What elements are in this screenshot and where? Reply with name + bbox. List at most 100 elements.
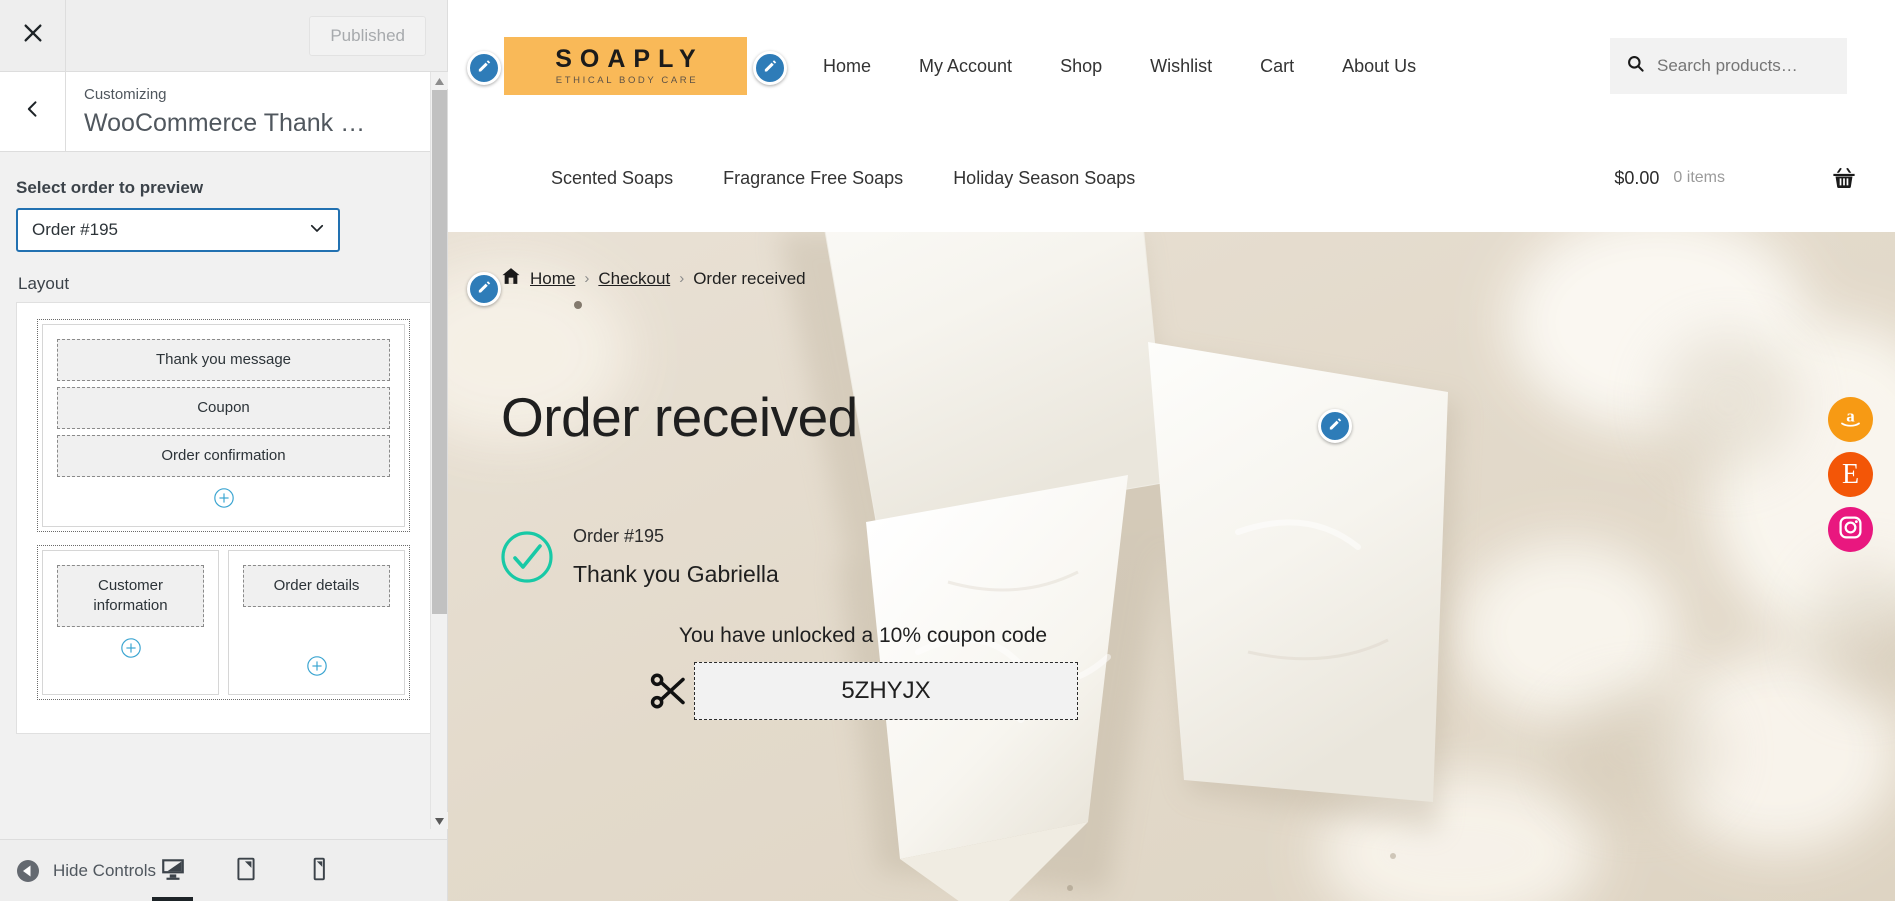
edit-category-menu-pencil-button[interactable]: [467, 272, 501, 306]
scroll-down-button[interactable]: [431, 812, 448, 829]
add-widget-button[interactable]: [57, 487, 390, 514]
order-select[interactable]: Order #195: [16, 208, 340, 252]
widget-order-confirmation[interactable]: Order confirmation: [57, 435, 390, 477]
scissors-icon: [648, 670, 690, 712]
device-mobile-button[interactable]: [302, 840, 335, 901]
widget-customer-information[interactable]: Customer information: [57, 565, 204, 627]
category-navigation: Scented Soaps Fragrance Free Soaps Holid…: [526, 168, 1160, 189]
triangle-up-icon: [435, 72, 444, 90]
header-secondary-row: Scented Soaps Fragrance Free Soaps Holid…: [448, 132, 1895, 306]
site-logo[interactable]: SOAPLY ETHICAL BODY CARE: [504, 37, 747, 95]
breadcrumb-checkout[interactable]: Checkout: [598, 269, 670, 289]
order-select-value: Order #195: [32, 220, 118, 239]
svg-text:a: a: [1846, 406, 1855, 425]
amazon-icon: a: [1837, 404, 1864, 436]
breadcrumb-separator: ›: [679, 270, 685, 287]
coupon-code[interactable]: 5ZHYJX: [694, 662, 1078, 720]
nav-link-fragrance-free-soaps[interactable]: Fragrance Free Soaps: [698, 168, 928, 189]
scrollbar-thumb[interactable]: [432, 90, 447, 614]
social-link-amazon[interactable]: a: [1828, 397, 1873, 442]
primary-navigation: Home My Account Shop Wishlist Cart About…: [799, 56, 1440, 77]
site-preview: SOAPLY ETHICAL BODY CARE Home My Account…: [448, 0, 1895, 901]
logo-tagline: ETHICAL BODY CARE: [555, 75, 699, 86]
close-customizer-button[interactable]: [0, 0, 66, 71]
widget-order-details[interactable]: Order details: [243, 565, 390, 607]
home-icon: [501, 266, 521, 291]
chevron-down-icon: [308, 219, 326, 242]
collapse-arrow-icon: [16, 859, 40, 883]
cart-item-count: 0 items: [1673, 169, 1725, 186]
nav-link-home[interactable]: Home: [799, 56, 895, 77]
add-widget-button[interactable]: [57, 637, 204, 664]
check-circle-icon: [500, 530, 554, 584]
nav-link-scented-soaps[interactable]: Scented Soaps: [526, 168, 698, 189]
layout-column[interactable]: Thank you message Coupon Order confirmat…: [42, 324, 405, 527]
nav-link-shop[interactable]: Shop: [1036, 56, 1126, 77]
customizer-panel-header: Customizing WooCommerce Thank …: [0, 72, 447, 152]
nav-link-cart[interactable]: Cart: [1236, 56, 1318, 77]
coupon-message: You have unlocked a 10% coupon code: [678, 624, 1048, 647]
hide-controls-button[interactable]: Hide Controls: [0, 859, 156, 883]
nav-link-my-account[interactable]: My Account: [895, 56, 1036, 77]
basket-icon[interactable]: [1831, 165, 1857, 191]
breadcrumb-separator: ›: [584, 270, 590, 287]
order-confirmation-text: Order #195 Thank you Gabriella: [573, 524, 779, 589]
device-desktop-button[interactable]: [152, 840, 193, 901]
breadcrumb-current: Order received: [693, 268, 806, 288]
thank-you-message: Thank you Gabriella: [573, 561, 779, 587]
breadcrumb: Home › Checkout › Order received: [501, 266, 806, 291]
panel-header-text: Customizing WooCommerce Thank …: [66, 85, 365, 139]
back-button[interactable]: [0, 72, 66, 151]
layout-row[interactable]: Customer information Order details: [37, 545, 410, 700]
site-header: SOAPLY ETHICAL BODY CARE Home My Account…: [448, 0, 1895, 306]
instagram-icon: [1837, 514, 1864, 546]
layout-column[interactable]: Order details: [228, 550, 405, 695]
social-links-rail: a E: [1828, 397, 1873, 552]
logo-wordmark: SOAPLY: [555, 45, 704, 73]
mobile-icon: [306, 856, 332, 887]
plus-circle-icon: [306, 655, 328, 682]
coupon-code-row: 5ZHYJX: [648, 662, 1078, 720]
triangle-down-icon: [435, 812, 444, 830]
edit-thank-you-pencil-button[interactable]: [1318, 409, 1352, 443]
edit-logo-pencil-button[interactable]: [467, 51, 501, 85]
order-confirmation-block: Order #195 Thank you Gabriella: [500, 524, 779, 589]
pencil-icon: [762, 57, 779, 79]
hide-controls-label: Hide Controls: [53, 860, 156, 880]
nav-link-holiday-season-soaps[interactable]: Holiday Season Soaps: [928, 168, 1160, 189]
device-tablet-button[interactable]: [229, 840, 262, 901]
scroll-up-button[interactable]: [431, 72, 448, 89]
customizer-app: Published Customizing WooCommerce Thank …: [0, 0, 1895, 901]
customizing-eyebrow: Customizing: [84, 85, 167, 103]
customizer-sidebar: Published Customizing WooCommerce Thank …: [0, 0, 448, 901]
social-link-etsy[interactable]: E: [1828, 452, 1873, 497]
breadcrumb-home[interactable]: Home: [530, 269, 575, 289]
search-input[interactable]: [1657, 56, 1831, 76]
nav-link-wishlist[interactable]: Wishlist: [1126, 56, 1236, 77]
layout-builder: Thank you message Coupon Order confirmat…: [16, 302, 431, 734]
order-select-label: Select order to preview: [16, 178, 204, 197]
cart-summary[interactable]: $0.00 0 items: [1614, 165, 1871, 191]
layout-column[interactable]: Customer information: [42, 550, 219, 695]
product-search[interactable]: [1610, 38, 1847, 94]
layout-row[interactable]: Thank you message Coupon Order confirmat…: [37, 319, 410, 532]
chevron-left-icon: [23, 99, 43, 124]
page-title: Order received: [501, 386, 858, 448]
widget-thank-you-message[interactable]: Thank you message: [57, 339, 390, 381]
publish-button[interactable]: Published: [309, 15, 426, 56]
close-icon: [22, 22, 44, 49]
cart-total: $0.00: [1614, 167, 1660, 188]
layout-column-group: Customer information Order details: [42, 550, 405, 695]
tablet-icon: [233, 856, 259, 887]
widget-coupon[interactable]: Coupon: [57, 387, 390, 429]
edit-menu-pencil-button[interactable]: [753, 51, 787, 85]
customizer-topbar: Published: [0, 0, 447, 72]
panel-title: WooCommerce Thank …: [84, 108, 366, 137]
social-link-instagram[interactable]: [1828, 507, 1873, 552]
search-icon: [1626, 54, 1645, 78]
sidebar-scrollbar[interactable]: [430, 72, 448, 829]
add-widget-button[interactable]: [243, 655, 390, 682]
order-number: Order #195: [573, 526, 665, 546]
nav-link-about-us[interactable]: About Us: [1318, 56, 1440, 77]
hero-section: Home › Checkout › Order received Order r…: [448, 232, 1895, 901]
